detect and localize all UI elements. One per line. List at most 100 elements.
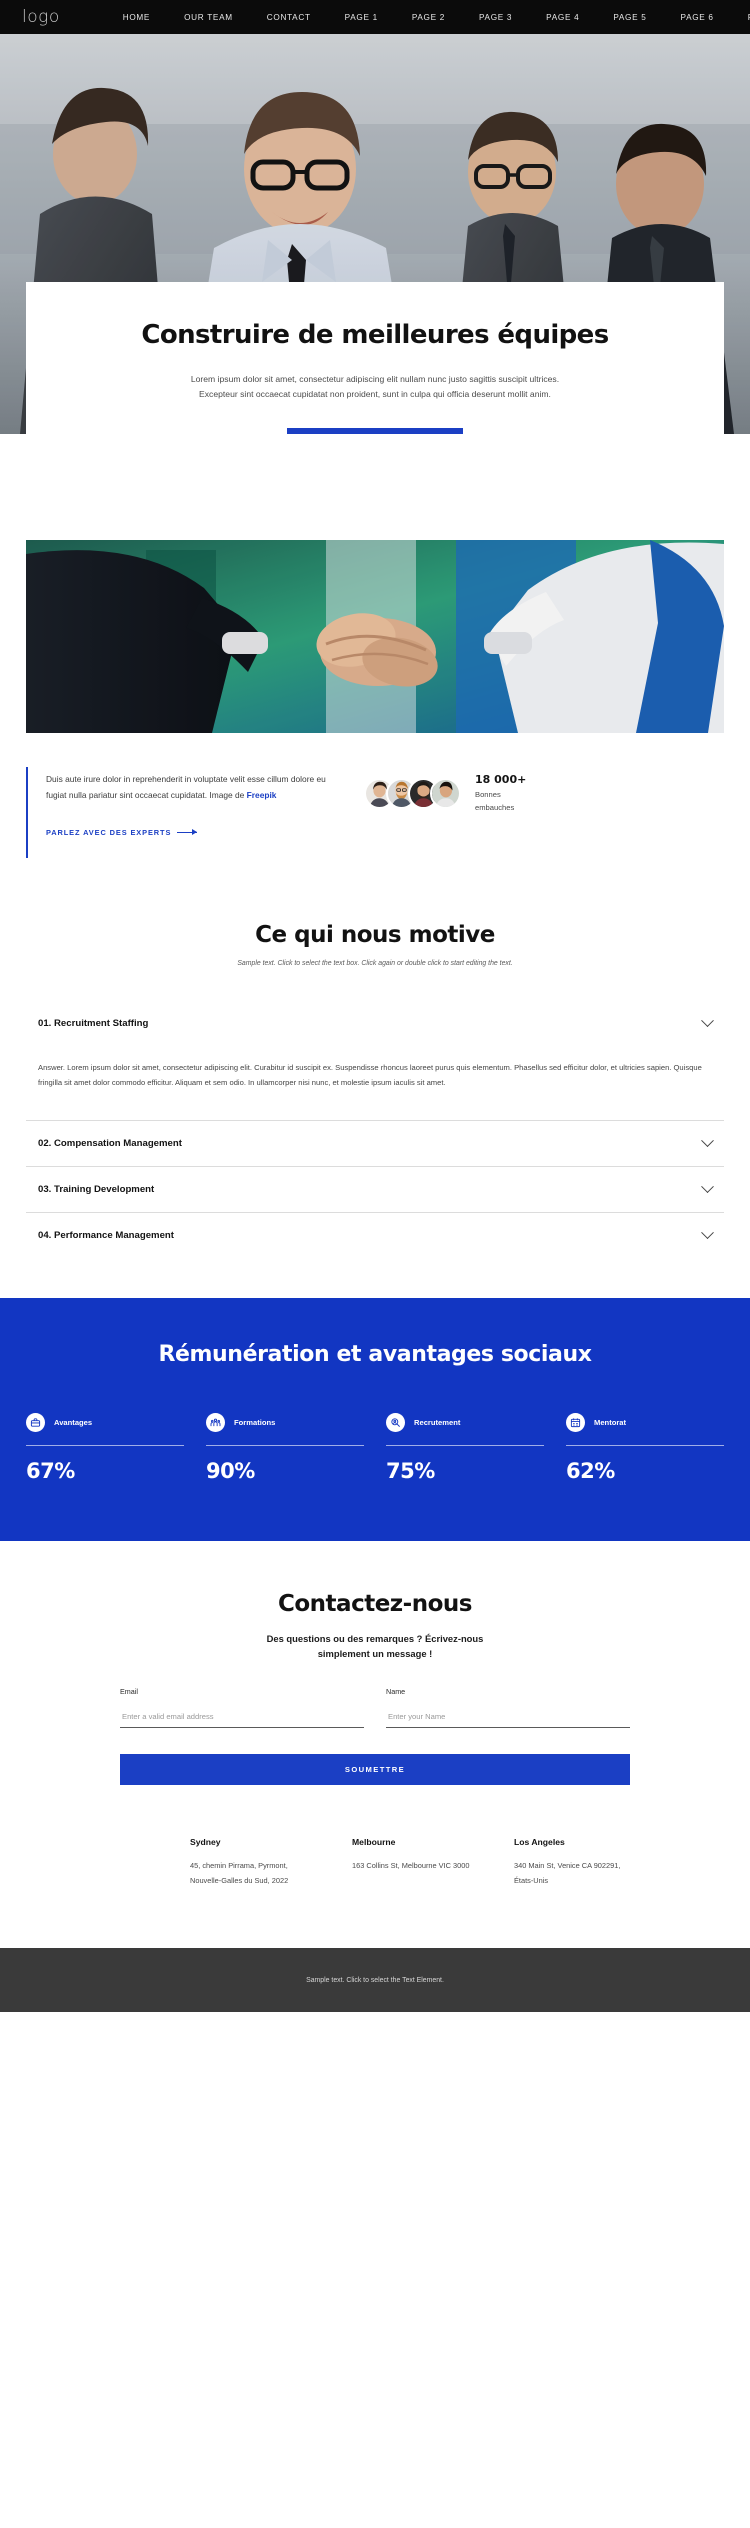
stat-value: 62% (566, 1459, 615, 1484)
top-navigation-bar: logo HOME OUR TEAM CONTACT PAGE 1 PAGE 2… (0, 0, 750, 34)
site-logo[interactable]: logo (22, 7, 60, 27)
name-field[interactable] (386, 1709, 630, 1729)
nav-link-our-team[interactable]: OUR TEAM (167, 13, 250, 22)
nav-link-page-6[interactable]: PAGE 6 (664, 13, 731, 22)
stat-value: 75% (386, 1459, 435, 1484)
accordion-title: 02. Compensation Management (38, 1138, 182, 1150)
nav-link-page-4[interactable]: PAGE 4 (529, 13, 596, 22)
chevron-down-icon[interactable] (701, 1134, 714, 1148)
footer: Sample text. Click to select the Text El… (0, 1948, 750, 2013)
nav-link-page-3[interactable]: PAGE 3 (462, 13, 529, 22)
accordion: 01. Recruitment Staffing Answer. Lorem i… (26, 1001, 724, 1258)
office-sydney: Sydney 45, chemin Pirrama, Pyrmont, Nouv… (190, 1837, 308, 1888)
accordion-body-1: Answer. Lorem ipsum dolor sit amet, cons… (26, 1046, 724, 1120)
office-address: 340 Main St, Venice CA 902291, États-Uni… (514, 1861, 621, 1885)
office-address: 163 Collins St, Melbourne VIC 3000 (352, 1861, 470, 1871)
contact-heading: Contactez-nous (278, 1591, 472, 1618)
divider (566, 1445, 724, 1447)
arrow-right-icon (177, 829, 198, 836)
hero-section: Construire de meilleures équipes Lorem i… (0, 34, 750, 434)
contact-form: Email Name SOUMETTRE (26, 1687, 724, 1786)
motive-section: Ce qui nous motive Sample text. Click to… (0, 858, 750, 1258)
hero-card: Construire de meilleures équipes Lorem i… (26, 282, 724, 434)
email-label: Email (120, 1687, 138, 1697)
avatar-group (364, 778, 461, 810)
search-user-icon (386, 1413, 405, 1433)
stat-top: Recrutement (386, 1413, 544, 1433)
contact-section: Contactez-nous Des questions ou des rema… (0, 1541, 750, 1786)
motive-subtitle: Sample text. Click to select the text bo… (237, 959, 513, 967)
landing-page: logo HOME OUR TEAM CONTACT PAGE 1 PAGE 2… (0, 0, 750, 2013)
quote-and-stats-row: Duis aute irure dolor in reprehenderit i… (0, 733, 750, 858)
accordion-item: 03. Training Development (26, 1167, 724, 1214)
name-field-wrap: Name (386, 1687, 630, 1729)
chevron-down-icon[interactable] (701, 1180, 714, 1194)
nav-link-page-5[interactable]: PAGE 5 (596, 13, 663, 22)
form-fields: Email Name (120, 1687, 630, 1729)
stat-card-recrutement: Recrutement 75% (386, 1413, 566, 1483)
stat-label: Mentorat (594, 1418, 627, 1428)
stat-value: 67% (26, 1459, 75, 1484)
hires-stat-text: 18 000+ Bonnes embauches (475, 773, 526, 815)
chevron-down-icon[interactable] (701, 1226, 714, 1240)
accordion-item: 02. Compensation Management (26, 1121, 724, 1168)
chevron-down-icon[interactable] (701, 1014, 714, 1027)
avatar (430, 778, 461, 810)
accordion-header-1[interactable]: 01. Recruitment Staffing (26, 1001, 724, 1046)
page-title: Construire de meilleures équipes (141, 320, 609, 350)
stat-top: Formations (206, 1413, 364, 1433)
submit-button[interactable]: SOUMETTRE (120, 1754, 630, 1786)
accordion-answer: Answer. Lorem ipsum dolor sit amet, cons… (38, 1062, 702, 1087)
accordion-item: 01. Recruitment Staffing Answer. Lorem i… (26, 1001, 724, 1122)
office-city: Sydney (190, 1837, 221, 1848)
stat-top: Avantages (26, 1413, 184, 1433)
stat-grid: Avantages 67% Formations 90% Recrutement… (26, 1413, 724, 1483)
office-melbourne: Melbourne 163 Collins St, Melbourne VIC … (352, 1837, 470, 1888)
accordion-title: 01. Recruitment Staffing (38, 1017, 149, 1029)
stat-card-avantages: Avantages 67% (26, 1413, 206, 1483)
email-field[interactable] (120, 1709, 364, 1729)
footer-text: Sample text. Click to select the Text El… (306, 1976, 444, 1984)
nav-link-page-2[interactable]: PAGE 2 (395, 13, 462, 22)
contact-lead: Des questions ou des remarques ? Écrivez… (266, 1633, 484, 1660)
offices-section: Sydney 45, chemin Pirrama, Pyrmont, Nouv… (0, 1785, 750, 1948)
quote-block: Duis aute irure dolor in reprehenderit i… (26, 767, 326, 858)
hero-bottom-spacer (0, 434, 750, 540)
talk-to-experts-label: PARLEZ AVEC DES EXPERTS (46, 827, 172, 837)
briefcase-icon (26, 1413, 45, 1433)
nav-link-page-7[interactable]: PAGE 7 (731, 13, 750, 22)
nav-link-contact[interactable]: CONTACT (250, 13, 328, 22)
stat-label: Recrutement (414, 1418, 461, 1428)
stat-top: Mentorat (566, 1413, 724, 1433)
handshake-image (26, 540, 724, 733)
nav-links: HOME OUR TEAM CONTACT PAGE 1 PAGE 2 PAGE… (106, 13, 750, 22)
hires-label: Bonnes embauches (475, 790, 515, 812)
hero-subtitle: Lorem ipsum dolor sit amet, consectetur … (190, 374, 560, 400)
divider (206, 1445, 364, 1447)
office-address: 45, chemin Pirrama, Pyrmont, Nouvelle-Ga… (190, 1861, 289, 1885)
office-city: Melbourne (352, 1837, 396, 1848)
people-icon (206, 1413, 225, 1433)
accordion-header-2[interactable]: 02. Compensation Management (26, 1121, 724, 1166)
benefits-heading: Rémunération et avantages sociaux (158, 1342, 592, 1368)
stat-label: Formations (234, 1418, 276, 1428)
accordion-title: 03. Training Development (38, 1184, 155, 1196)
accordion-header-3[interactable]: 03. Training Development (26, 1167, 724, 1212)
stat-value: 90% (206, 1459, 255, 1484)
stat-card-mentorat: Mentorat 62% (566, 1413, 724, 1483)
nav-link-page-1[interactable]: PAGE 1 (328, 13, 395, 22)
office-city: Los Angeles (514, 1837, 565, 1848)
nav-link-home[interactable]: HOME (106, 13, 167, 22)
quote-text: Duis aute irure dolor in reprehenderit i… (46, 774, 326, 801)
freepik-link[interactable]: Freepik (247, 790, 277, 800)
accordion-header-4[interactable]: 04. Performance Management (26, 1213, 724, 1258)
hires-count: 18 000+ (475, 773, 527, 786)
office-los-angeles: Los Angeles 340 Main St, Venice CA 90229… (514, 1837, 632, 1888)
divider (386, 1445, 544, 1447)
accordion-item: 04. Performance Management (26, 1213, 724, 1258)
stat-label: Avantages (54, 1418, 93, 1428)
learn-more-button[interactable]: APPRENDRE ENCORE PLUS (286, 428, 464, 434)
calendar-icon (566, 1413, 585, 1433)
motive-heading: Ce qui nous motive (255, 921, 495, 948)
talk-to-experts-link[interactable]: PARLEZ AVEC DES EXPERTS (46, 827, 198, 837)
